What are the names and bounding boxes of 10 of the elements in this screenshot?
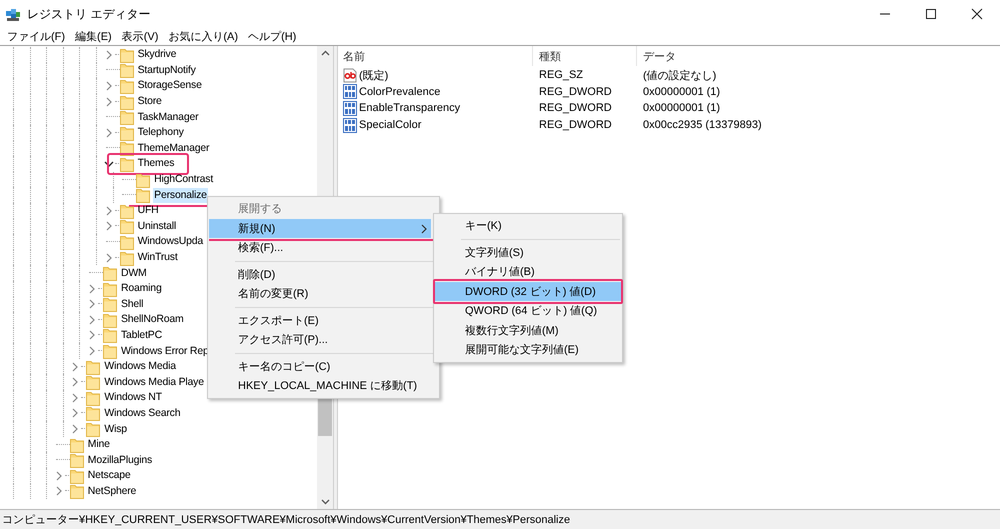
- value-data: 0x00000001 (1): [642, 84, 720, 100]
- value-data: 0x00000001 (1): [642, 101, 720, 116]
- window-title: レジストリ エディター: [27, 6, 150, 22]
- value-data: 0x00cc2935 (13379893): [642, 118, 762, 134]
- value-data: (値の設定なし): [642, 68, 716, 84]
- value-type: REG_DWORD: [538, 84, 613, 100]
- value-type: REG_SZ: [538, 68, 584, 84]
- status-path: コンピューター¥HKEY_CURRENT_USER¥SOFTWARE¥Microsoft¥Windows¥CurrentVersion¥Themes¥Personalize: [2, 513, 570, 527]
- value-type: REG_DWORD: [538, 118, 613, 134]
- value-type: REG_DWORD: [538, 101, 613, 116]
